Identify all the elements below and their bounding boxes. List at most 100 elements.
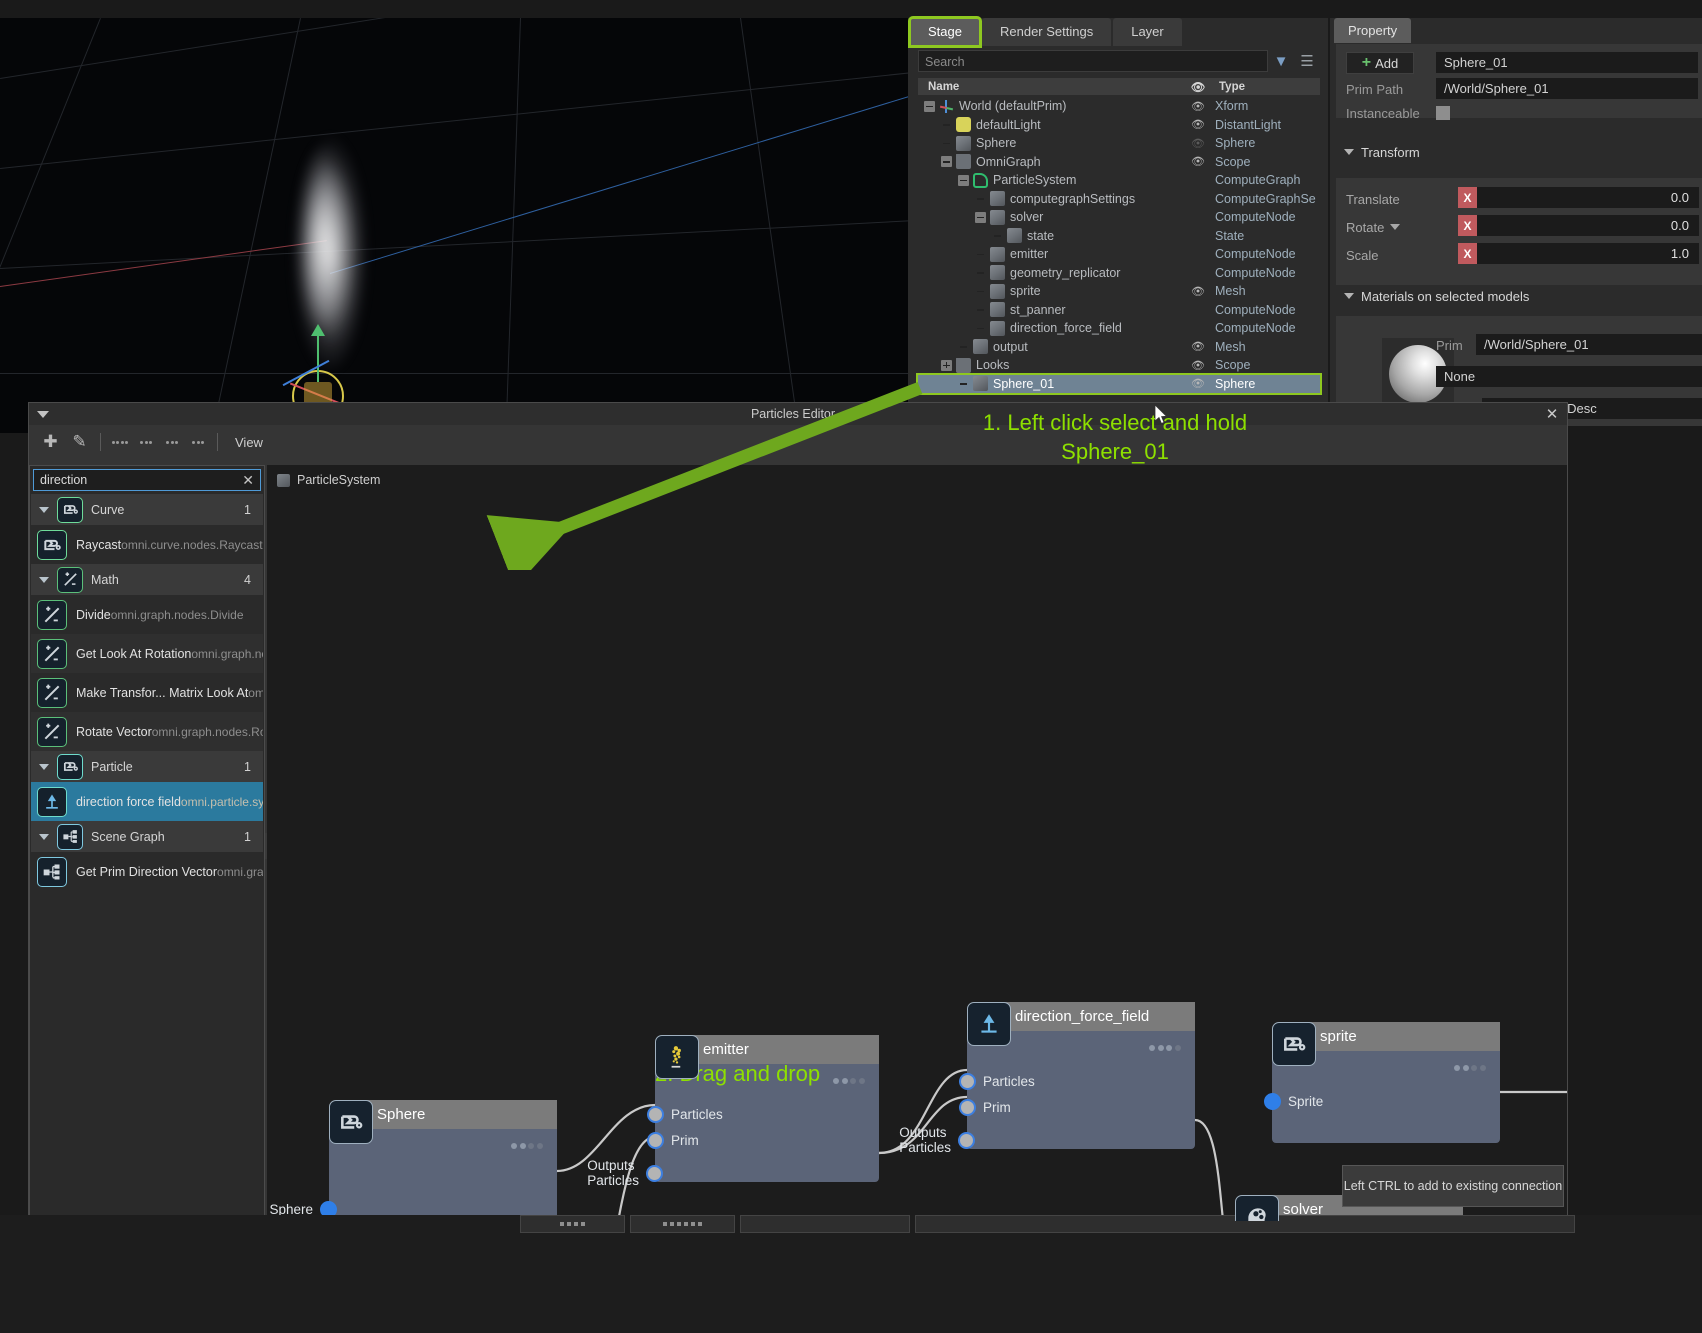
port-dot-icon[interactable] <box>959 1073 976 1090</box>
close-icon[interactable]: ✕ <box>1537 405 1567 423</box>
library-search-input[interactable]: direction ✕ <box>33 469 261 491</box>
stage-tree-row[interactable]: st_panner ComputeNode <box>918 301 1320 320</box>
prim-path-value[interactable]: /World/Sphere_01 <box>1436 78 1698 99</box>
node-output-port[interactable]: Outputs Particles <box>899 1125 975 1155</box>
chevron-down-icon[interactable] <box>39 576 49 583</box>
node-input-port[interactable]: Particles <box>647 1106 723 1123</box>
view-menu[interactable]: View <box>225 435 263 450</box>
stage-tree-row[interactable]: Looks 👁 Scope <box>918 356 1320 375</box>
graph-node-header[interactable]: sprite <box>1308 1022 1500 1051</box>
port-dot-icon[interactable] <box>647 1132 664 1149</box>
stage-tree-row[interactable]: direction_force_field ComputeNode <box>918 319 1320 338</box>
add-node-icon[interactable]: ✚ <box>37 429 64 455</box>
clear-search-icon[interactable]: ✕ <box>242 472 254 489</box>
port-dot-icon[interactable] <box>647 1106 664 1123</box>
bottom-panel-handle[interactable] <box>520 1215 625 1233</box>
bottom-panel-grid[interactable] <box>630 1215 735 1233</box>
node-input-port[interactable]: Particles <box>959 1073 1035 1090</box>
stage-tree-row[interactable]: emitter ComputeNode <box>918 245 1320 264</box>
visibility-eye-icon[interactable]: 👁 <box>1181 137 1215 150</box>
stage-tree-row[interactable]: solver ComputeNode <box>918 208 1320 227</box>
chevron-down-icon[interactable] <box>39 833 49 840</box>
add-button[interactable]: + Add <box>1346 52 1414 74</box>
materials-section-header[interactable]: Materials on selected models <box>1336 286 1702 306</box>
tree-expander-icon[interactable] <box>958 174 969 186</box>
transform-section-header[interactable]: Transform <box>1336 142 1702 162</box>
node-output-port[interactable]: Outputs Particles <box>587 1158 663 1188</box>
tree-expander-icon[interactable] <box>924 100 935 112</box>
library-node-row[interactable]: Make Transfor... Matrix Look Atomni.grap… <box>31 673 263 712</box>
edit-pencil-icon[interactable]: ✎ <box>66 429 93 455</box>
library-category-row[interactable]: Scene Graph 1 <box>31 821 263 852</box>
scale-x-field[interactable]: X 1.0 <box>1458 243 1699 264</box>
visibility-eye-icon[interactable]: 👁 <box>1181 359 1215 372</box>
visibility-eye-icon[interactable]: 👁 <box>1181 100 1215 113</box>
bottom-panel-extra[interactable] <box>740 1215 910 1233</box>
rotate-x-field[interactable]: X 0.0 <box>1458 215 1699 236</box>
layout-option-1-icon[interactable] <box>108 440 132 444</box>
library-node-row[interactable]: Rotate Vectoromni.graph.nodes.RotateVect… <box>31 712 263 751</box>
stage-tree-row[interactable]: Sphere 👁 Sphere <box>918 134 1320 153</box>
stage-tree-row[interactable]: geometry_replicator ComputeNode <box>918 264 1320 283</box>
visibility-eye-icon[interactable]: 👁 <box>1181 155 1215 168</box>
port-dot-icon[interactable] <box>959 1099 976 1116</box>
collapse-icon[interactable] <box>37 410 49 418</box>
filter-icon[interactable]: ▼ <box>1268 53 1294 70</box>
tab-stage[interactable]: Stage <box>908 16 982 48</box>
translate-x-value[interactable]: 0.0 <box>1477 187 1699 208</box>
graph-node-header[interactable]: Sphere <box>365 1100 557 1129</box>
port-dot-icon[interactable] <box>958 1131 975 1149</box>
material-prim-value[interactable]: /World/Sphere_01 <box>1476 334 1702 355</box>
library-category-row[interactable]: Particle 1 <box>31 751 263 782</box>
node-input-port[interactable]: Prim <box>647 1132 699 1149</box>
stage-tree[interactable]: World (defaultPrim) 👁 Xform defaultLight 👁 Di… <box>916 97 1322 407</box>
node-library-list[interactable]: Curve 1 Raycastomni.curve.nodes.Raycast Mat… <box>31 494 263 891</box>
stage-tree-row[interactable]: output 👁 Mesh <box>918 338 1320 357</box>
scale-x-value[interactable]: 1.0 <box>1477 243 1699 264</box>
layout-option-2-icon[interactable] <box>134 440 158 444</box>
library-node-row[interactable]: direction force fieldomni.particle.syste… <box>31 782 263 821</box>
library-category-row[interactable]: Math 4 <box>31 564 263 595</box>
hamburger-menu-icon[interactable]: ☰ <box>1294 52 1320 70</box>
port-dot-icon[interactable] <box>646 1164 663 1182</box>
stage-tree-row[interactable]: World (defaultPrim) 👁 Xform <box>918 97 1320 116</box>
translate-x-field[interactable]: X 0.0 <box>1458 187 1699 208</box>
material-select-value[interactable]: None <box>1436 366 1702 387</box>
visibility-eye-icon[interactable]: 👁 <box>1181 118 1215 131</box>
tree-expander-icon[interactable] <box>941 156 952 168</box>
library-node-row[interactable]: Get Prim Direction Vectoromni.graph.node… <box>31 852 263 891</box>
stage-tree-row[interactable]: computegraphSettings ComputeGraphSe <box>918 190 1320 209</box>
instanceable-checkbox[interactable] <box>1436 106 1450 120</box>
breadcrumb[interactable]: ParticleSystem <box>277 473 380 487</box>
visibility-eye-icon[interactable]: 👁 <box>1181 285 1215 298</box>
layout-option-3-icon[interactable] <box>160 440 184 444</box>
port-dot-icon[interactable] <box>1264 1093 1281 1110</box>
stage-tree-row[interactable]: state State <box>918 227 1320 246</box>
stage-tree-row[interactable]: defaultLight 👁 DistantLight <box>918 116 1320 135</box>
library-node-row[interactable]: Raycastomni.curve.nodes.Raycast <box>31 525 263 564</box>
rotate-label-row[interactable]: Rotate <box>1346 215 1401 239</box>
graph-canvas[interactable]: ParticleSystem SphereSpherestateStateemi… <box>267 465 1567 1221</box>
stage-tree-row[interactable]: Sphere_01 👁 Sphere <box>916 372 1322 395</box>
stage-search-input[interactable]: Search <box>918 50 1268 72</box>
stage-tree-row[interactable]: sprite 👁 Mesh <box>918 282 1320 301</box>
prim-name-value[interactable]: Sphere_01 <box>1436 52 1698 73</box>
graph-node-header[interactable]: direction_force_field <box>1003 1002 1195 1031</box>
visibility-eye-icon[interactable]: 👁 <box>1181 340 1215 353</box>
tab-property[interactable]: Property <box>1334 18 1412 43</box>
chevron-down-icon[interactable] <box>39 763 49 770</box>
rotate-x-value[interactable]: 0.0 <box>1477 215 1699 236</box>
node-input-port[interactable]: Sprite <box>1264 1093 1323 1110</box>
stage-tree-row[interactable]: ParticleSystem ComputeGraph <box>918 171 1320 190</box>
layout-option-4-icon[interactable] <box>186 440 210 444</box>
tab-layer[interactable]: Layer <box>1113 18 1182 46</box>
chevron-down-icon[interactable] <box>39 506 49 513</box>
rotate-chevron-down-icon[interactable] <box>1390 224 1401 230</box>
library-node-row[interactable]: Divideomni.graph.nodes.Divide <box>31 595 263 634</box>
stage-tree-row[interactable]: OmniGraph 👁 Scope <box>918 153 1320 172</box>
node-input-port[interactable]: Prim <box>959 1099 1011 1116</box>
library-category-row[interactable]: Curve 1 <box>31 494 263 525</box>
library-node-row[interactable]: Get Look At Rotationomni.graph.nodes.Get… <box>31 634 263 673</box>
visibility-eye-icon[interactable]: 👁 <box>1181 377 1215 390</box>
tree-expander-icon[interactable] <box>975 211 986 223</box>
